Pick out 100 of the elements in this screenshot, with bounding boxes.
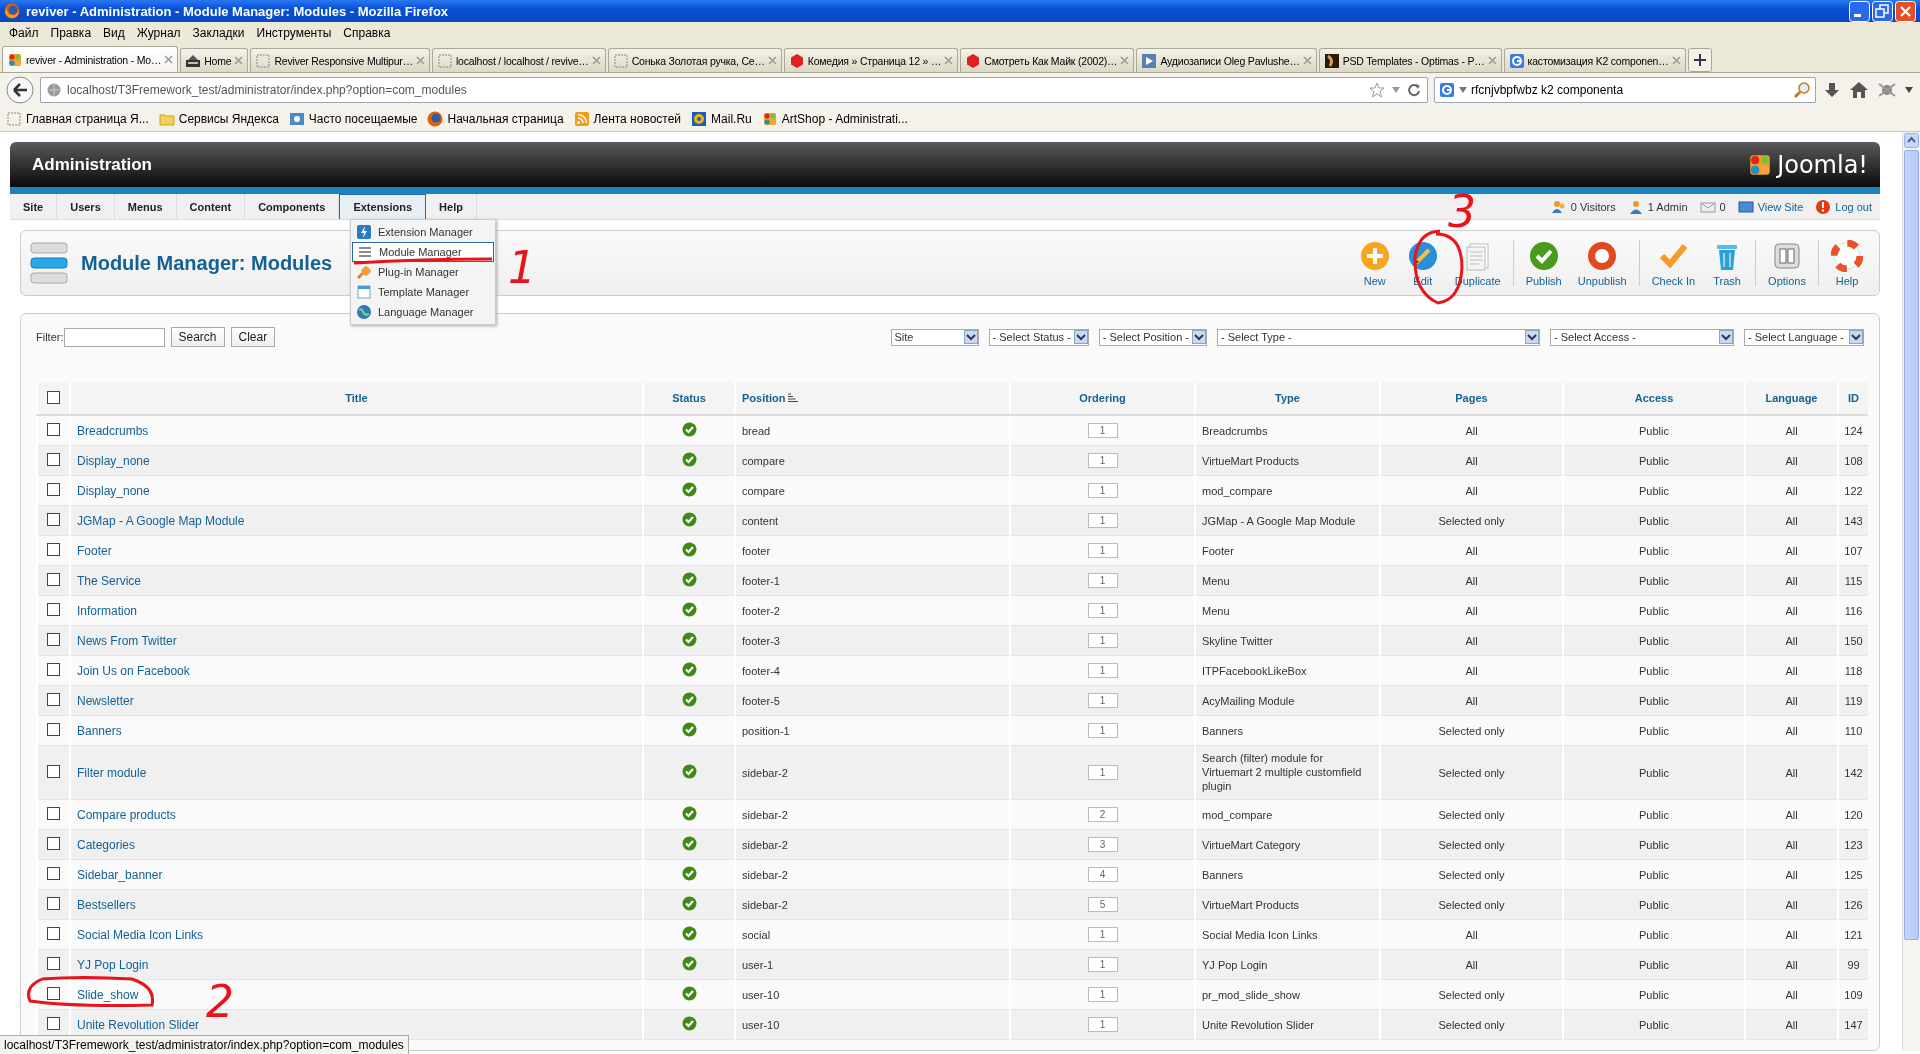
ordering-field[interactable]: 4 [1087, 867, 1118, 883]
module-link[interactable]: Newsletter [77, 693, 134, 708]
ordering-field[interactable]: 3 [1087, 837, 1118, 853]
module-link[interactable]: Breadcrumbs [77, 423, 149, 438]
module-link[interactable]: Information [77, 603, 138, 618]
module-link[interactable]: YJ Pop Login [77, 957, 149, 972]
browser-tab[interactable]: Home [180, 48, 249, 72]
link[interactable]: Log out [1835, 200, 1872, 213]
ordering-field[interactable]: 1 [1087, 633, 1118, 648]
bookmark[interactable]: Лента новостей [573, 111, 682, 127]
select-field[interactable]: - Select Type - [1217, 328, 1540, 346]
module-link[interactable]: Join Us on Facebook [77, 663, 190, 678]
browser-tab[interactable]: Аудиозаписи Oleg Pavlushe… [1136, 48, 1317, 72]
bookmark[interactable]: Начальная страница [427, 111, 564, 127]
module-link[interactable]: Banners [77, 723, 122, 738]
menu-item[interactable]: Файл [3, 26, 45, 40]
module-link[interactable]: Unite Revolution Slider [77, 1017, 200, 1032]
ordering-field[interactable]: 2 [1087, 807, 1118, 823]
select-field[interactable]: - Select Access - [1550, 328, 1734, 346]
search-field[interactable]: rfcnjvbpfwbz k2 componenta [1434, 77, 1816, 103]
column-header[interactable]: ID [1848, 392, 1859, 404]
link[interactable]: View Site [1757, 200, 1804, 213]
ordering-field[interactable]: 1 [1087, 765, 1118, 781]
browser-tab[interactable]: localhost / localhost / revive… [431, 48, 606, 72]
menu-item[interactable]: Plug-in Manager [352, 262, 494, 282]
column-header[interactable]: Access [1634, 392, 1674, 404]
menu-tab[interactable]: Users [57, 194, 115, 219]
browser-tab[interactable]: Reviver Responsive Multipur… [250, 48, 430, 72]
menu-tab[interactable]: Extensions [339, 194, 427, 219]
toolbar-button[interactable]: Unpublish [1569, 239, 1635, 287]
ordering-field[interactable]: 1 [1087, 453, 1118, 468]
toolbar-button[interactable]: Publish [1517, 239, 1570, 287]
search-button[interactable]: Search [170, 327, 225, 347]
toolbar-button[interactable]: Options [1760, 239, 1814, 287]
bookmark[interactable]: ArtShop - Administrati... [761, 111, 908, 127]
menu-tab[interactable]: Content [176, 194, 246, 219]
address-field[interactable]: localhost/T3Fremework_test/administrator/index.php?option=com_modules [40, 77, 1428, 103]
module-link[interactable]: Footer [77, 543, 112, 558]
ordering-field[interactable]: 1 [1087, 957, 1118, 973]
module-link[interactable]: Compare products [77, 807, 176, 822]
ordering-field[interactable]: 5 [1087, 897, 1118, 913]
menu-tab[interactable]: Menus [114, 194, 177, 219]
menu-item[interactable]: Инструменты [250, 26, 338, 40]
browser-tab[interactable]: кастомизация K2 componen… [1503, 48, 1686, 72]
toolbar-button[interactable]: Check In [1643, 239, 1704, 287]
bookmark[interactable]: Главная страница Я... [6, 111, 149, 127]
ordering-field[interactable]: 1 [1087, 483, 1118, 498]
column-header[interactable]: Pages [1455, 392, 1488, 404]
column-header[interactable]: Status [672, 392, 706, 404]
ordering-field[interactable]: 1 [1087, 1017, 1118, 1033]
menu-item[interactable]: Правка [44, 26, 98, 40]
menu-item[interactable]: Справка [337, 26, 397, 40]
bookmark[interactable]: Часто посещаемые [288, 111, 418, 127]
ordering-field[interactable]: 1 [1087, 693, 1118, 708]
browser-tab[interactable]: Смотреть Как Майк (2002)… [960, 48, 1135, 72]
browser-tab[interactable]: PSD Templates - Optimas - P… [1318, 48, 1502, 72]
select-field[interactable]: - Select Language - [1744, 328, 1864, 346]
module-link[interactable]: Filter module [77, 765, 147, 780]
page-title: Module Manager: Modules [81, 251, 333, 275]
browser-tab[interactable]: Сонька Золотая ручка, Се… [607, 48, 782, 72]
module-link[interactable]: Categories [77, 837, 136, 852]
menu-tab[interactable]: Site [10, 194, 58, 219]
module-link[interactable]: The Service [77, 573, 142, 588]
ordering-field[interactable]: 1 [1087, 513, 1118, 528]
module-link[interactable]: Display_none [77, 453, 150, 468]
column-header[interactable]: Type [1275, 392, 1300, 404]
ordering-field[interactable]: 1 [1087, 723, 1118, 738]
module-link[interactable]: Bestsellers [77, 897, 136, 912]
ordering-field[interactable]: 1 [1087, 663, 1118, 678]
ordering-field[interactable]: 1 [1087, 987, 1118, 1003]
select-field[interactable]: Site [890, 328, 979, 346]
column-header[interactable]: Ordering [1079, 392, 1126, 404]
ordering-field[interactable]: 1 [1087, 603, 1118, 618]
toolbar-button[interactable]: Help [1823, 239, 1871, 287]
browser-tab[interactable]: reviver - Administration - Mo… [2, 46, 179, 72]
select-field[interactable]: - Select Position - [1098, 328, 1207, 346]
module-link[interactable]: Display_none [77, 483, 150, 498]
toolbar-button[interactable]: Trash [1703, 239, 1752, 287]
module-link[interactable]: Social Media Icon Links [77, 927, 204, 942]
menu-item[interactable]: Закладки [186, 26, 251, 40]
ordering-field[interactable]: 1 [1087, 927, 1118, 943]
ordering-field[interactable]: 1 [1087, 573, 1118, 588]
bookmark[interactable]: Mail.Ru [691, 111, 752, 127]
ordering-field[interactable]: 1 [1087, 543, 1118, 558]
toolbar-button[interactable]: New [1350, 239, 1399, 287]
column-header[interactable]: Title [345, 392, 368, 404]
module-link[interactable]: JGMap - A Google Map Module [77, 513, 245, 528]
module-link[interactable]: Sidebar_banner [77, 867, 163, 882]
menu-item[interactable]: Журнал [130, 26, 187, 40]
clear-button[interactable]: Clear [230, 327, 276, 347]
column-header[interactable]: Position [742, 392, 786, 404]
browser-tab[interactable]: Комедия » Страница 12 » … [783, 48, 959, 72]
menu-item[interactable]: Language Manager [352, 302, 494, 322]
module-link[interactable]: News From Twitter [77, 633, 177, 648]
select-field[interactable]: - Select Status - [988, 328, 1089, 346]
menu-item[interactable]: Template Manager [352, 282, 494, 302]
menu-item[interactable]: Extension Manager [352, 222, 494, 242]
bookmark[interactable]: Сервисы Яндекса [158, 111, 279, 127]
ordering-field[interactable]: 1 [1087, 423, 1118, 438]
menu-item[interactable]: Вид [97, 26, 131, 40]
